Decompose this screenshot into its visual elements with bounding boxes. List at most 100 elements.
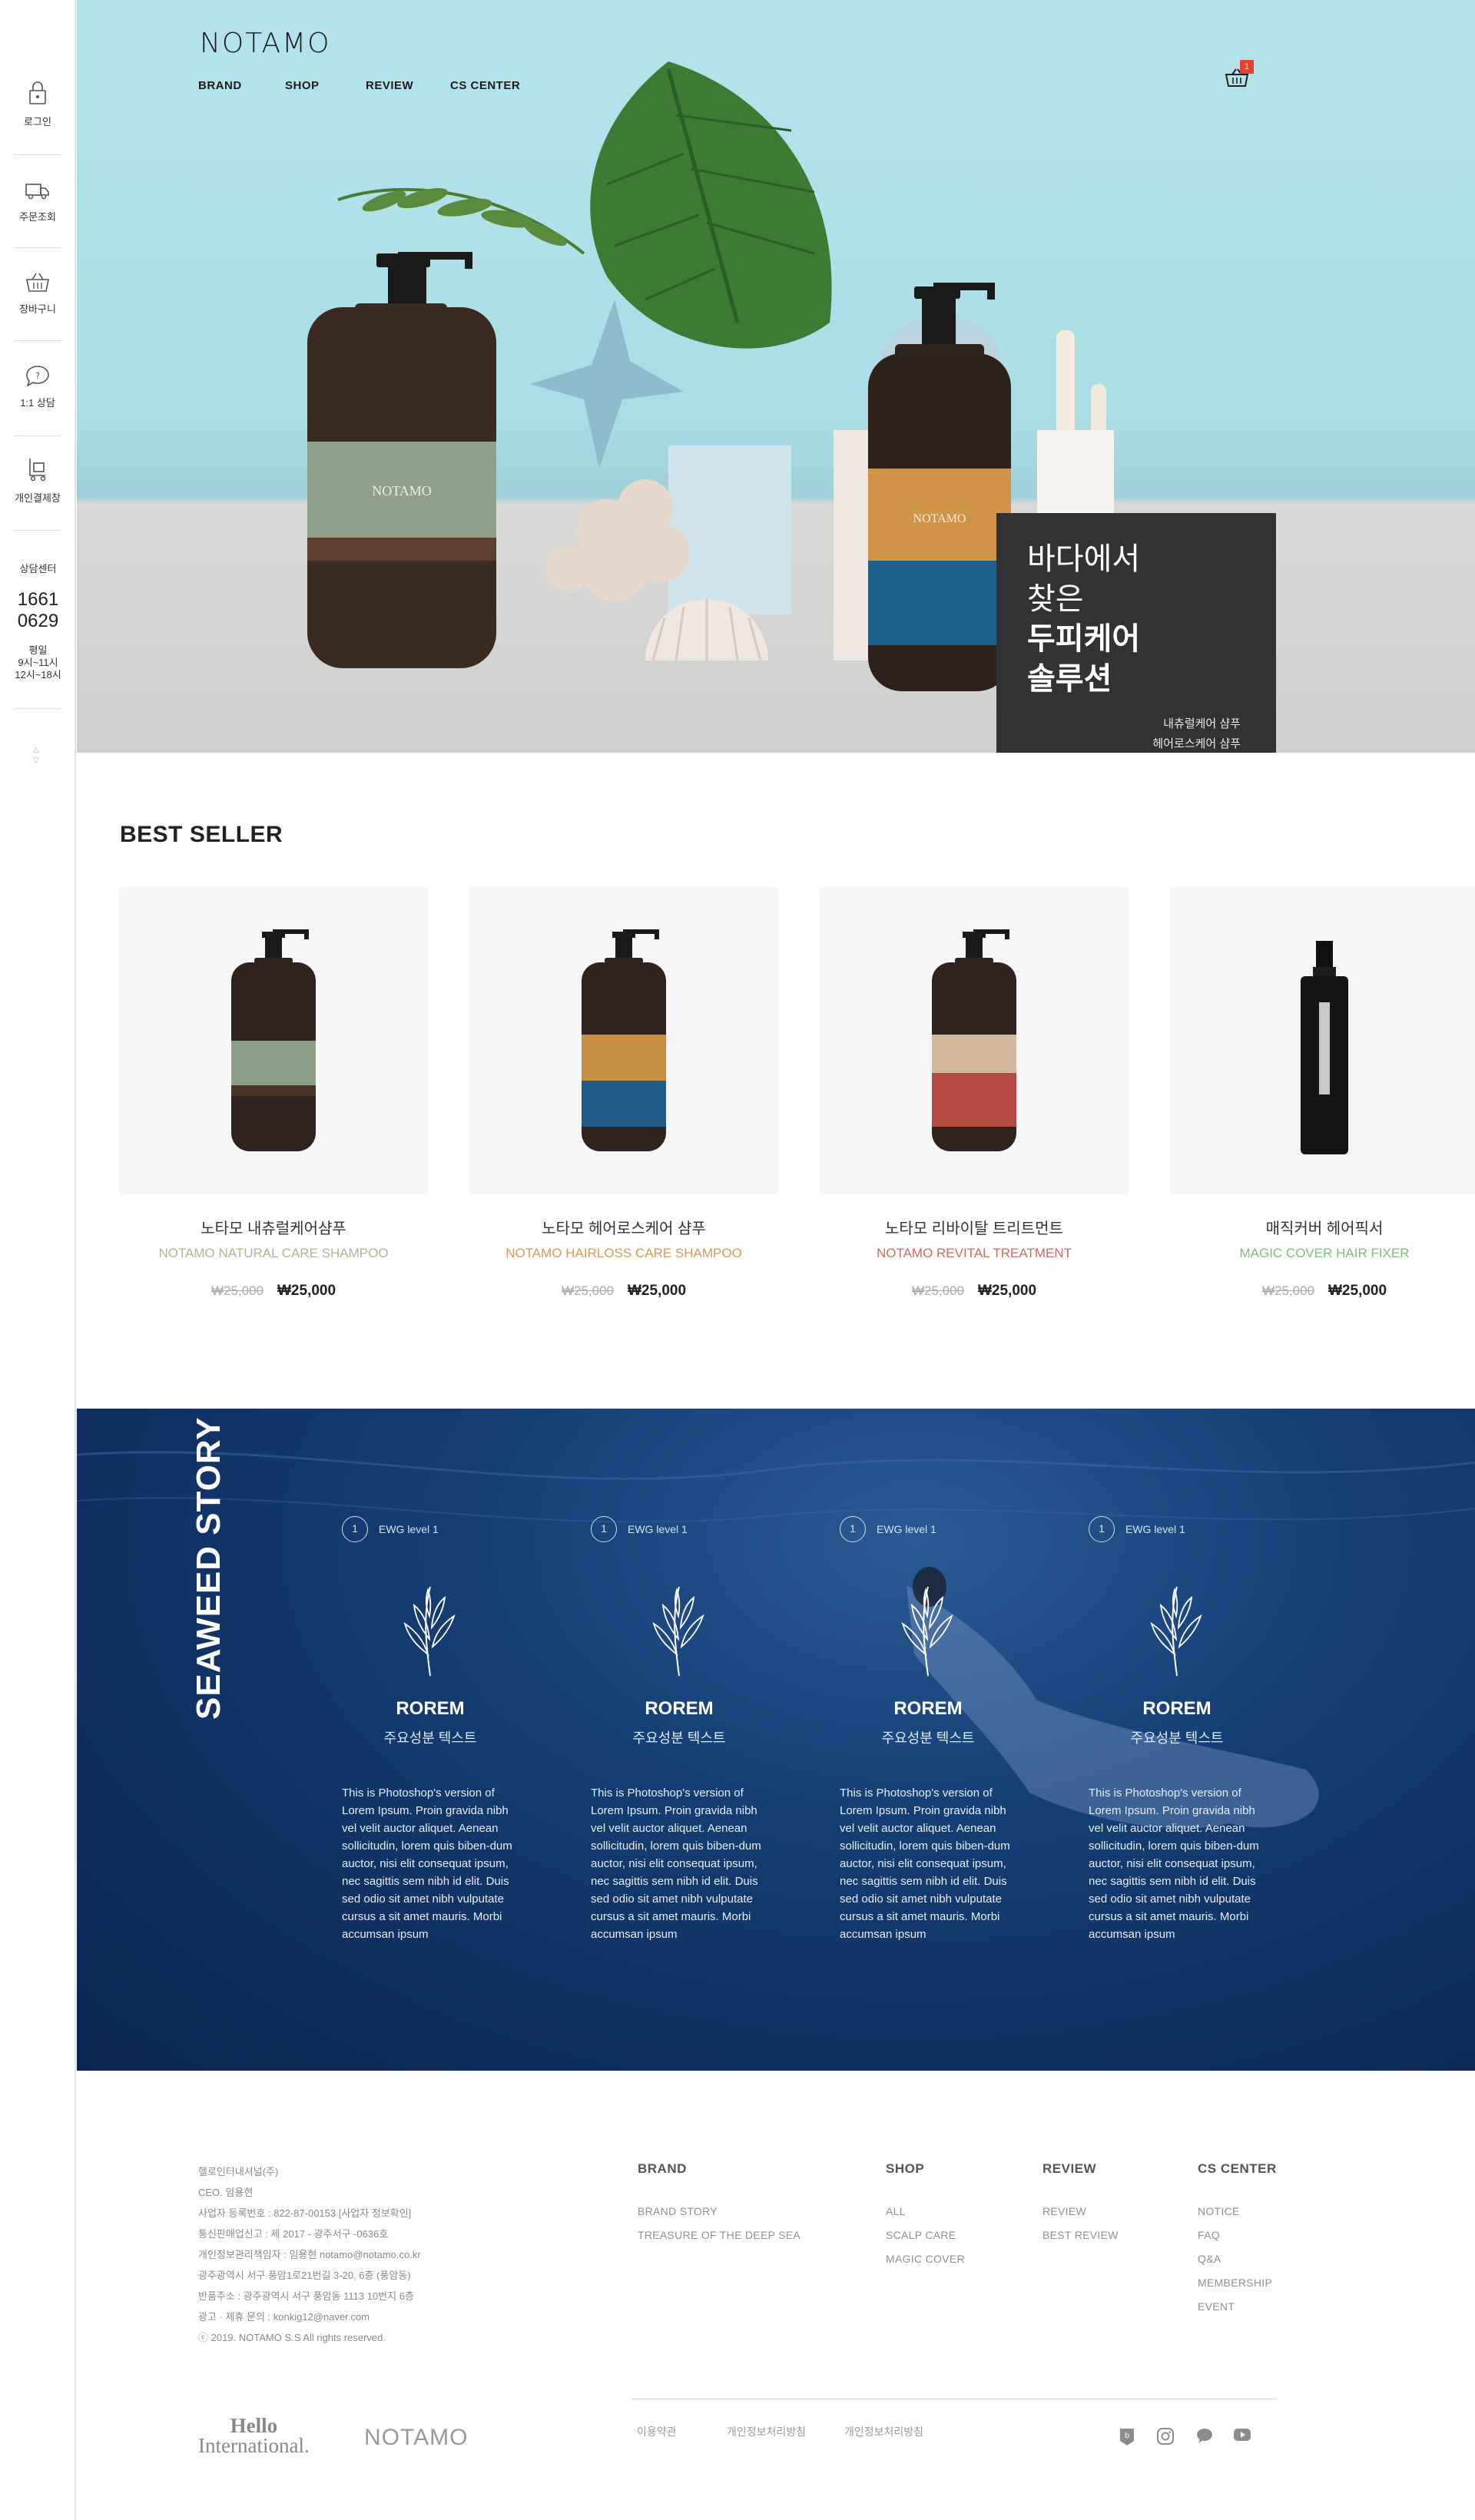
copyright: ⓒ 2019. NOTAMO S.S All rights reserved. — [198, 2332, 386, 2343]
company-info-line: 광주광역시 서구 풍암1로21번길 3-20, 6층 (풍암동) — [198, 2270, 411, 2281]
hero-sub-line[interactable]: 내츄럴케어 샴푸 — [1152, 714, 1241, 734]
product-image[interactable] — [119, 887, 428, 1194]
product-card[interactable]: 노타모 내츄럴케어샴푸 NOTAMO NATURAL CARE SHAMPOO … — [119, 887, 428, 1300]
svg-text:b: b — [1125, 2432, 1129, 2440]
company-info-line: 반품주소 : 광주광역시 서구 풍암동 1113 10번지 6층 — [198, 2290, 414, 2302]
footer-notamo-logo[interactable]: NOTAMO — [364, 2425, 468, 2451]
footer-link[interactable]: BEST REVIEW — [1042, 2224, 1119, 2247]
lock-icon — [29, 81, 46, 104]
instagram-icon[interactable] — [1156, 2427, 1175, 2445]
sidebar-item-login[interactable]: 로그인 — [14, 80, 61, 128]
footer-menu-heading[interactable]: BRAND — [638, 2161, 800, 2177]
footer-menu-heading[interactable]: SHOP — [886, 2161, 965, 2177]
footer-menu-heading[interactable]: REVIEW — [1042, 2161, 1119, 2177]
ingredient-subtitle: 주요성분 텍스트 — [1130, 1730, 1224, 1746]
nav-shop[interactable]: SHOP — [285, 79, 320, 92]
seaweed-story-title: SEAWEED STORY — [190, 1416, 227, 1720]
terms-link[interactable]: 이용약관 — [637, 2424, 677, 2439]
footer-link[interactable]: MAGIC COVER — [886, 2247, 965, 2271]
cs-center: 상담센터 1661 0629 평일 9시~11시 12시~18시 — [0, 563, 76, 681]
hero-line: 찾은 — [1027, 582, 1084, 616]
sale-price: ₩25,000 — [1328, 1283, 1387, 1299]
privacy-link[interactable]: 개인정보처리방침 — [844, 2424, 923, 2439]
footer-menu-review: REVIEW REVIEW BEST REVIEW — [1042, 2161, 1119, 2247]
product-image[interactable] — [820, 887, 1129, 1194]
nav-brand[interactable]: BRAND — [198, 79, 242, 92]
divider — [14, 340, 61, 341]
youtube-icon[interactable] — [1233, 2427, 1251, 2442]
ingredient-column: 1 EWG level 1 ROREM 주요성분 텍스트 This is Phot… — [591, 1516, 783, 1943]
footer-menu-heading[interactable]: CS CENTER — [1198, 2161, 1277, 2177]
product-price: ₩25,000 ₩25,000 — [119, 1283, 428, 1300]
footer-link[interactable]: MEMBERSHIP — [1198, 2271, 1277, 2295]
blog-icon[interactable]: b — [1119, 2427, 1135, 2447]
arrow-up-icon[interactable]: △ — [33, 745, 39, 756]
product-image[interactable] — [1170, 887, 1475, 1194]
ingredient-subtitle: 주요성분 텍스트 — [881, 1730, 975, 1746]
hero-headline: 솔루션 — [1027, 662, 1112, 696]
old-price: ₩25,000 — [911, 1283, 964, 1298]
seaweed-icon — [1150, 1586, 1202, 1677]
product-name-en: NOTAMO REVITAL TREATMENT — [876, 1246, 1072, 1260]
footer-link[interactable]: NOTICE — [1198, 2200, 1277, 2224]
privacy-link[interactable]: 개인정보처리방침 — [727, 2424, 806, 2439]
cs-hours: 평일 9시~11시 12시~18시 — [0, 644, 76, 681]
talk-icon[interactable] — [1195, 2427, 1214, 2444]
cs-phone-part: 0629 — [17, 611, 59, 631]
ewg-badge: 1 EWG level 1 — [1089, 1516, 1281, 1542]
truck-icon — [25, 184, 49, 200]
ewg-level-label: EWG level 1 — [379, 1523, 439, 1535]
arrow-down-icon[interactable]: ▽ — [33, 756, 39, 767]
ingredient-description: This is Photoshop's version of Lorem Ips… — [1089, 1787, 1259, 1941]
sale-price: ₩25,000 — [277, 1283, 336, 1299]
sidebar-item-basket[interactable]: 장바구니 — [14, 272, 61, 316]
scroll-arrows[interactable]: △ ▽ — [33, 745, 39, 767]
sidebar: 로그인 주문조회 장바구니 ? 1:1 상담 개인결제창 상담센터 1661 0… — [0, 0, 76, 2520]
hello-international-logo[interactable]: Hello International. — [198, 2414, 310, 2457]
footer-link[interactable]: EVENT — [1198, 2295, 1277, 2319]
cs-phone[interactable]: 1661 0629 — [0, 589, 76, 632]
ewg-level-number: 1 — [342, 1516, 368, 1542]
shampoo-bottle-icon — [582, 929, 666, 1151]
ingredient-description: This is Photoshop's version of Lorem Ips… — [342, 1787, 512, 1941]
product-image[interactable] — [469, 887, 778, 1194]
sidebar-item-label: 개인결제창 — [15, 492, 61, 504]
footer-link[interactable]: ALL — [886, 2200, 965, 2224]
hello-logo-text: International. — [198, 2434, 310, 2457]
nav-review[interactable]: REVIEW — [366, 79, 413, 92]
product-card[interactable]: 노타모 리바이탈 트리트먼트 NOTAMO REVITAL TREATMENT … — [820, 887, 1129, 1300]
hero-sub-line[interactable]: 헤어로스케어 샴푸 — [1152, 734, 1241, 753]
footer-link[interactable]: BRAND STORY — [638, 2200, 800, 2224]
ingredient-description: This is Photoshop's version of Lorem Ips… — [591, 1787, 761, 1941]
product-price: ₩25,000 ₩25,000 — [469, 1283, 778, 1300]
footer-link[interactable]: TREASURE OF THE DEEP SEA — [638, 2224, 800, 2247]
product-name[interactable]: 노타모 내츄럴케어샴푸 — [119, 1216, 428, 1238]
ingredient-name: ROREM — [893, 1698, 963, 1719]
footer-menu-brand: BRAND BRAND STORY TREASURE OF THE DEEP S… — [638, 2161, 800, 2247]
chat-icon: ? — [26, 366, 49, 387]
product-card[interactable]: 매직커버 헤어픽서 MAGIC COVER HAIR FIXER ₩25,000… — [1170, 887, 1475, 1300]
nav-cs-center[interactable]: CS CENTER — [450, 79, 520, 92]
footer-link[interactable]: SCALP CARE — [886, 2224, 965, 2247]
product-name-en: NOTAMO HAIRLOSS CARE SHAMPOO — [505, 1246, 742, 1260]
ingredient-column: 1 EWG level 1 ROREM 주요성분 텍스트 This is Phot… — [840, 1516, 1032, 1943]
sidebar-item-order[interactable]: 주문조회 — [14, 181, 61, 224]
product-name[interactable]: 노타모 리바이탈 트리트먼트 — [820, 1216, 1129, 1238]
sidebar-item-chat[interactable]: ? 1:1 상담 — [14, 364, 61, 409]
ewg-level-number: 1 — [840, 1516, 866, 1542]
product-name[interactable]: 노타모 헤어로스케어 샴푸 — [469, 1216, 778, 1238]
sidebar-item-label: 로그인 — [24, 116, 51, 127]
product-card[interactable]: 노타모 헤어로스케어 샴푸 NOTAMO HAIRLOSS CARE SHAMP… — [469, 887, 778, 1300]
company-info-line[interactable]: 사업자 등록번호 : 822-87-00153 [사업자 정보확인] — [198, 2203, 421, 2224]
footer-link[interactable]: FAQ — [1198, 2224, 1277, 2247]
site-logo[interactable]: NOTAMO — [200, 28, 330, 59]
divider — [14, 247, 61, 248]
cs-phone-part: 1661 — [17, 589, 59, 610]
footer-link[interactable]: REVIEW — [1042, 2200, 1119, 2224]
seaweed-icon — [403, 1586, 456, 1677]
sidebar-item-payment[interactable]: 개인결제창 — [14, 456, 61, 505]
hello-logo-text: Hello — [230, 2414, 278, 2437]
cs-hours-line: 9시~11시 — [18, 657, 58, 668]
product-name[interactable]: 매직커버 헤어픽서 — [1170, 1216, 1475, 1238]
footer-link[interactable]: Q&A — [1198, 2247, 1277, 2271]
